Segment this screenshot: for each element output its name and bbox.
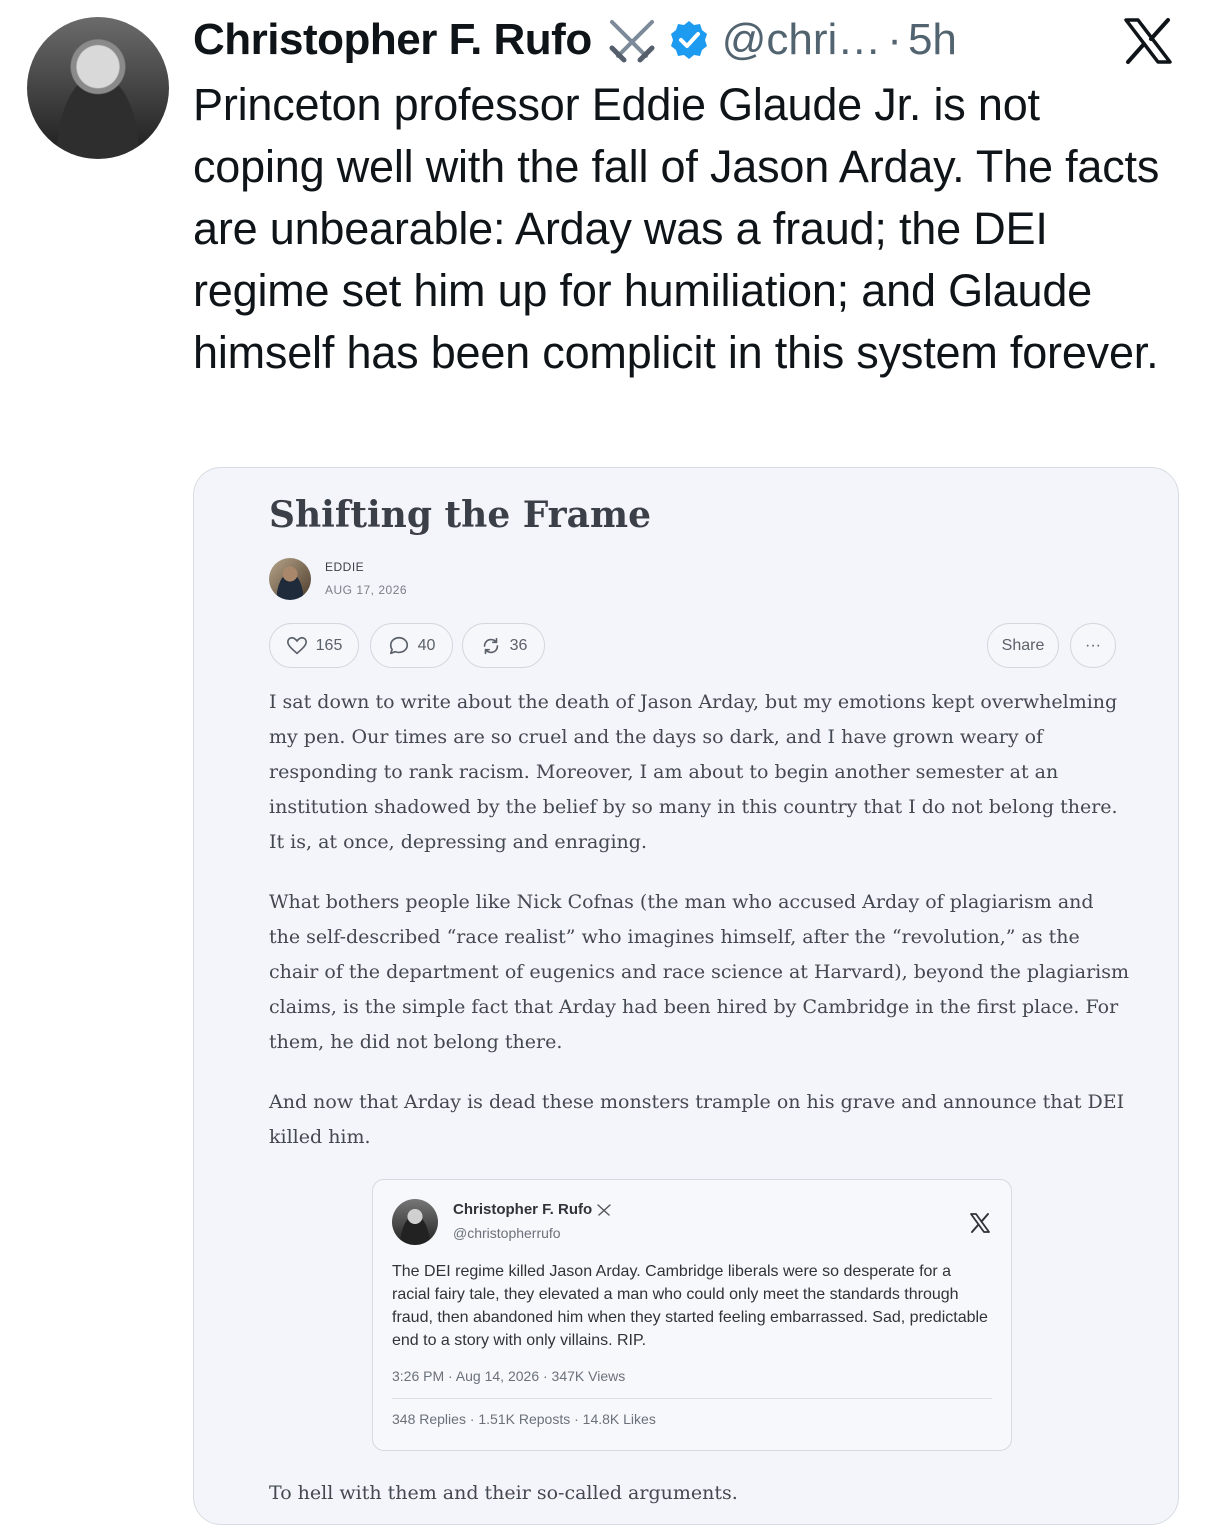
embed-avatar — [392, 1199, 438, 1245]
like-button[interactable]: 165 — [269, 623, 359, 668]
tweet-text: Princeton professor Eddie Glaude Jr. is … — [193, 79, 1160, 378]
post-paragraph: What bothers people like Nick Cofnas (th… — [269, 891, 1129, 1053]
comment-icon — [389, 636, 408, 654]
restack-count: 36 — [509, 636, 528, 654]
author-avatar[interactable] — [27, 17, 169, 159]
x-logo-icon — [970, 1213, 990, 1233]
embedded-tweet[interactable]: Christopher F. Rufo @christopherrufo The… — [372, 1179, 1012, 1451]
more-button[interactable]: ··· — [1070, 623, 1116, 668]
embed-meta: 3:26 PM · Aug 14, 2026 · 347K Views — [392, 1368, 626, 1384]
restack-button[interactable]: 36 — [462, 623, 545, 668]
article-screenshot-card[interactable]: Shifting the Frame EDDIE AUG 17, 2026 16… — [193, 467, 1179, 1525]
crossed-swords-icon — [597, 1203, 611, 1216]
post-paragraph: I sat down to write about the death of J… — [269, 691, 1118, 853]
post-author-avatar — [269, 558, 311, 600]
post-date: AUG 17, 2026 — [325, 583, 408, 597]
embed-author-name: Christopher F. Rufo — [453, 1201, 593, 1218]
post-paragraph: To hell with them and their so-called ar… — [269, 1482, 738, 1504]
tweet-timestamp[interactable]: 5h — [908, 15, 957, 65]
post-paragraph: And now that Arday is dead these monster… — [269, 1091, 1125, 1148]
post-author: EDDIE — [325, 560, 365, 574]
separator-dot: · — [887, 15, 902, 64]
embed-author: Christopher F. Rufo — [453, 1201, 612, 1218]
crossed-swords-icon — [609, 20, 655, 63]
author-handle[interactable]: @chri… — [722, 15, 882, 65]
post-title: Shifting the Frame — [269, 494, 651, 536]
divider — [392, 1398, 992, 1399]
author-name[interactable]: Christopher F. Rufo — [193, 15, 592, 65]
like-count: 165 — [315, 636, 343, 654]
share-button[interactable]: Share — [987, 623, 1059, 668]
verified-badge-icon[interactable] — [668, 19, 710, 61]
comment-count: 40 — [417, 636, 436, 654]
embed-stats: 348 Replies · 1.51K Reposts · 14.8K Like… — [392, 1411, 656, 1427]
comment-button[interactable]: 40 — [370, 623, 453, 668]
embed-handle: @christopherrufo — [453, 1225, 561, 1241]
embed-text: The DEI regime killed Jason Arday. Cambr… — [392, 1263, 988, 1349]
x-logo-icon[interactable] — [1122, 17, 1174, 65]
heart-icon — [286, 636, 307, 654]
restack-icon — [483, 637, 498, 654]
tweet-header: Christopher F. Rufo @chri… · 5h — [193, 10, 957, 70]
